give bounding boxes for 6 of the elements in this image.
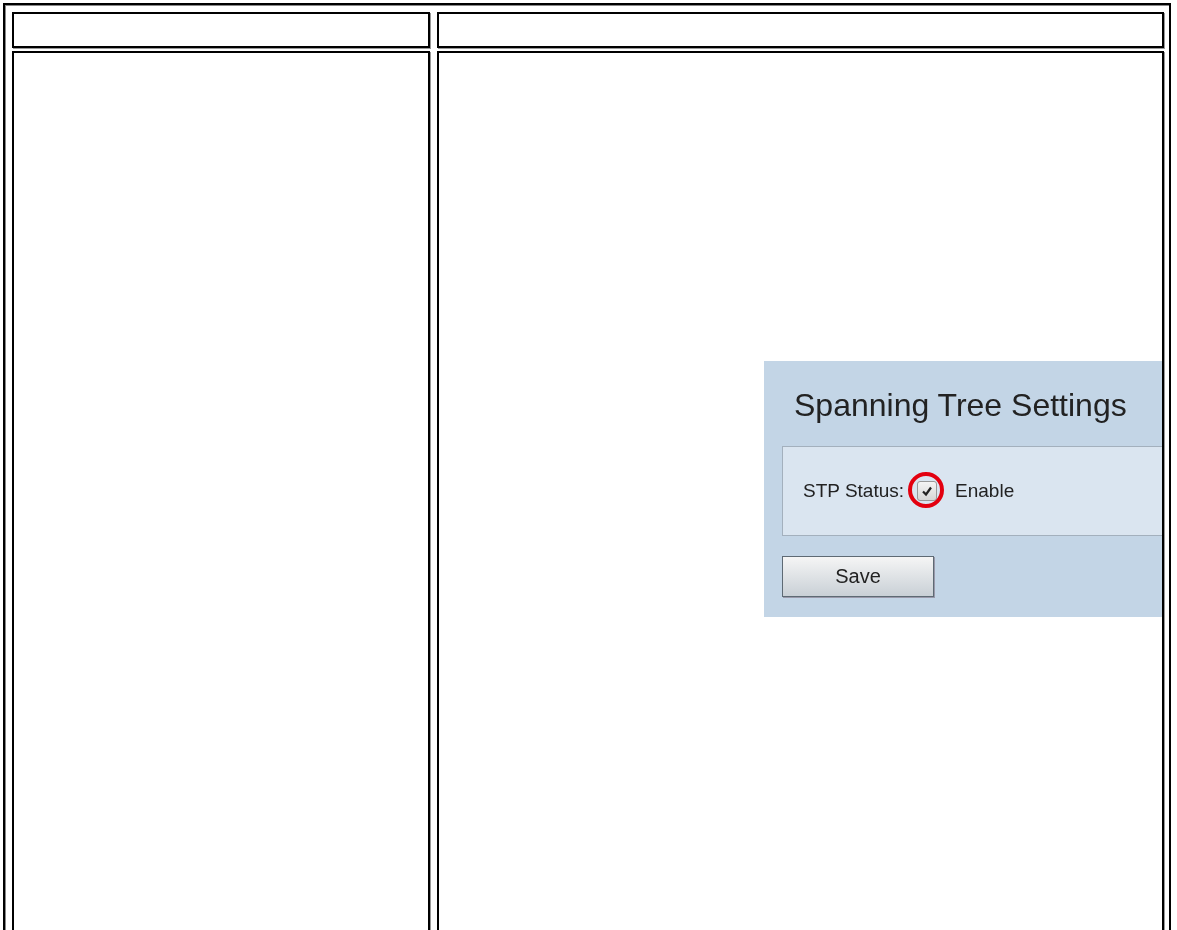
panel-title: Spanning Tree Settings	[794, 387, 1128, 424]
enable-label: Enable	[955, 480, 1015, 502]
checkbox[interactable]	[917, 481, 938, 501]
stp-status-label: STP Status:	[803, 480, 905, 502]
checkmark-icon	[921, 485, 934, 497]
save-button[interactable]: Save	[782, 556, 934, 597]
